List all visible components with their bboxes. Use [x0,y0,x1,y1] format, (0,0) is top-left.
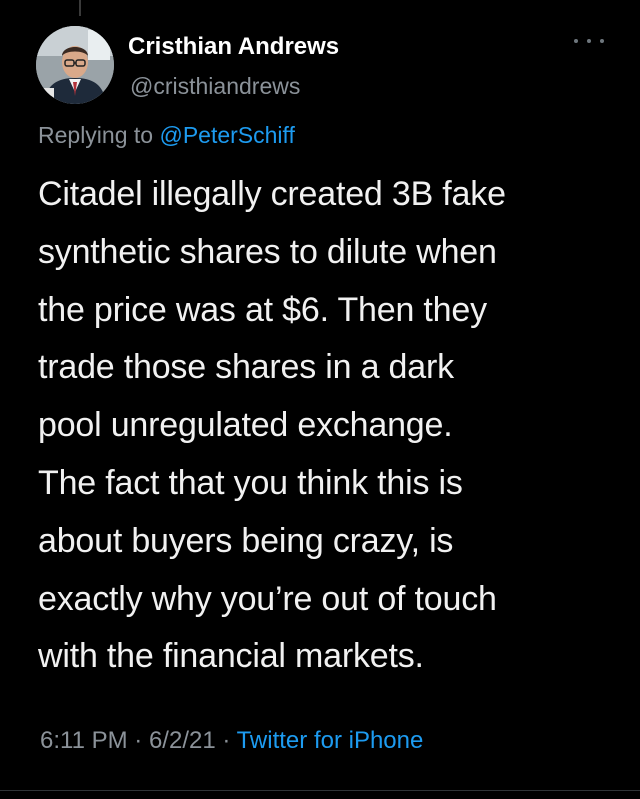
meta-separator: · [222,727,231,754]
avatar[interactable] [36,26,114,104]
replying-to-prefix: Replying to [38,122,154,148]
tweet-date[interactable]: 6/2/21 [149,727,216,754]
tweet-text-line: exactly why you’re out of touch [38,579,497,618]
more-dot [600,39,604,43]
tweet-card: Cristhian Andrews @cristhiandrews Replyi… [0,0,640,799]
tweet-metadata: 6:11 PM · 6/2/21 · Twitter for iPhone [40,727,423,755]
tweet-text-line: pool unregulated exchange. [38,406,453,445]
tweet-text: Citadel illegally created 3B fake synthe… [38,166,618,686]
tweet-text-line: the price was at $6. Then they [38,290,487,329]
bottom-divider [0,790,640,791]
author-display-name[interactable]: Cristhian Andrews [128,33,339,61]
author-handle[interactable]: @cristhiandrews [130,73,300,100]
replying-to-mention-link[interactable]: @PeterSchiff [159,122,294,148]
tweet-time[interactable]: 6:11 PM [40,727,128,754]
more-dot [587,39,591,43]
tweet-text-line: trade those shares in a dark [38,348,454,387]
replying-to: Replying to @PeterSchiff [38,122,295,149]
tweet-text-line: Citadel illegally created 3B fake [38,175,506,213]
thread-connector-line [79,0,81,16]
more-dot [574,39,578,43]
tweet-text-line: The fact that you think this is [38,463,463,502]
tweet-source-link[interactable]: Twitter for iPhone [237,727,424,754]
meta-separator: · [134,727,143,754]
tweet-text-line: with the financial markets. [38,637,424,676]
more-dots-icon[interactable] [574,34,604,48]
tweet-text-line: synthetic shares to dilute when [38,232,497,271]
tweet-text-line: about buyers being crazy, is [38,521,454,560]
profile-photo-icon [36,26,114,104]
